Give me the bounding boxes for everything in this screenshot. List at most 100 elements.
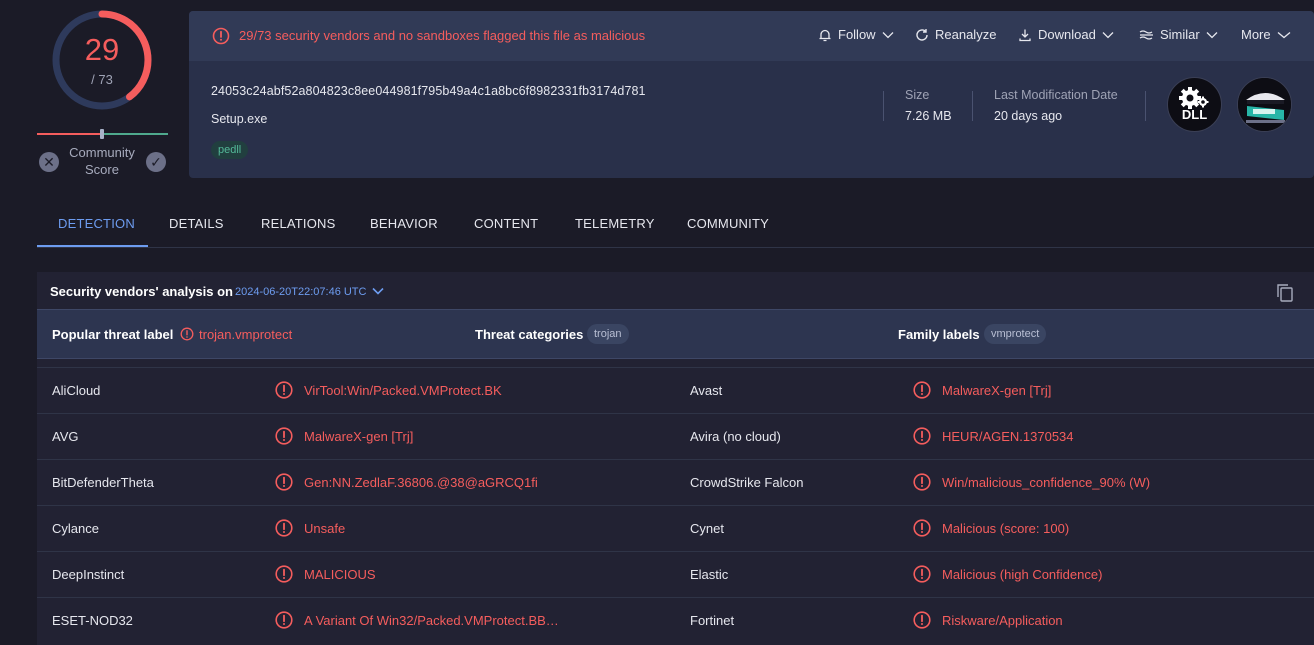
- table-row: Cylance Unsafe Cynet Malicious (score: 100): [37, 505, 1314, 551]
- vote-harmless-icon[interactable]: ✓: [146, 152, 166, 172]
- table-row: DeepInstinct MALICIOUS Elastic Malicious (h…: [37, 551, 1314, 597]
- similar-label: Similar: [1160, 27, 1200, 42]
- reanalyze-button[interactable]: Reanalyze: [915, 27, 996, 42]
- vendor-name: Fortinet: [690, 613, 735, 628]
- vendor-name: AliCloud: [52, 383, 101, 398]
- similar-icon: [1139, 29, 1153, 40]
- malicious-alert-icon: [913, 381, 931, 399]
- vendor-result[interactable]: Riskware/Application: [942, 613, 1063, 628]
- download-label: Download: [1038, 27, 1096, 42]
- malicious-alert-icon: [913, 519, 931, 537]
- vendor-name: DeepInstinct: [52, 567, 125, 582]
- vendor-name: ESET-NOD32: [52, 613, 133, 628]
- popular-threat-label-title: Popular threat label: [52, 327, 174, 342]
- malicious-alert-icon: [275, 611, 293, 629]
- tabs-divider: [37, 247, 1314, 248]
- divider: [972, 91, 973, 121]
- table-row: BitDefenderTheta Gen:NN.ZedlaF.36806.@38@…: [37, 459, 1314, 505]
- divider: [1145, 91, 1146, 121]
- table-row: ESET-NOD32 A Variant Of Win32/Packed.VMPr…: [37, 597, 1314, 643]
- vendor-result[interactable]: Win/malicious_confidence_90% (W): [942, 475, 1150, 490]
- application-icon: [1238, 78, 1291, 131]
- vote-malicious-icon[interactable]: ✕: [39, 152, 59, 172]
- community-score-marker: [100, 129, 104, 139]
- vendor-result[interactable]: A Variant Of Win32/Packed.VMProtect.BB…: [304, 613, 559, 628]
- more-label: More: [1241, 27, 1271, 42]
- vendor-name: Avira (no cloud): [690, 429, 781, 444]
- vendor-result[interactable]: MalwareX-gen [Trj]: [942, 383, 1051, 398]
- tab-relations[interactable]: RELATIONS: [261, 216, 336, 231]
- tab-detection[interactable]: DETECTION: [58, 216, 135, 231]
- malicious-alert-icon: [913, 565, 931, 583]
- chevron-down-icon: [1206, 31, 1218, 38]
- vendor-result[interactable]: Malicious (score: 100): [942, 521, 1069, 536]
- chevron-down-icon: [1277, 31, 1291, 38]
- last-modified-label: Last Modification Date: [994, 88, 1118, 102]
- vendor-name: BitDefenderTheta: [52, 475, 154, 490]
- table-row: AliCloud VirTool:Win/Packed.VMProtect.BK A…: [37, 367, 1314, 413]
- vendor-result[interactable]: MalwareX-gen [Trj]: [304, 429, 413, 444]
- similar-button[interactable]: Similar: [1139, 27, 1218, 42]
- chevron-down-icon[interactable]: [371, 286, 385, 296]
- threat-categories-title: Threat categories: [475, 327, 584, 342]
- vendor-result[interactable]: HEUR/AGEN.1370534: [942, 429, 1074, 444]
- popular-threat-label-value[interactable]: trojan.vmprotect: [199, 327, 292, 342]
- download-button[interactable]: Download: [1018, 27, 1114, 42]
- community-score-label: Community Score: [69, 145, 135, 177]
- tab-telemetry[interactable]: TELEMETRY: [575, 216, 655, 231]
- download-icon: [1019, 29, 1031, 41]
- malicious-alert-icon: [275, 565, 293, 583]
- detection-count: 29: [84, 32, 120, 67]
- file-type-badge: [1167, 77, 1222, 132]
- vendor-name: Elastic: [690, 567, 729, 582]
- community-score-bar: [37, 129, 168, 139]
- gear-icon: [1179, 87, 1209, 109]
- alert-circle-icon: [212, 27, 230, 45]
- vendor-name: Avast: [690, 383, 723, 398]
- vendor-name: Cylance: [52, 521, 99, 536]
- table-row: AVG MalwareX-gen [Trj] Avira (no cloud) HEU…: [37, 413, 1314, 459]
- chevron-down-icon: [1102, 31, 1114, 38]
- reanalyze-label: Reanalyze: [935, 27, 997, 42]
- malicious-alert-icon: [275, 381, 293, 399]
- more-button[interactable]: More: [1241, 27, 1291, 42]
- divider: [883, 91, 884, 121]
- file-tag[interactable]: pedll: [211, 141, 249, 159]
- refresh-icon: [916, 28, 928, 41]
- last-modified-value: 20 days ago: [994, 109, 1063, 123]
- family-labels-title: Family labels: [898, 327, 980, 342]
- family-label-chip[interactable]: vmprotect: [984, 324, 1047, 344]
- size-label: Size: [905, 88, 930, 102]
- file-icon-thumbnail: [1237, 77, 1292, 132]
- vendor-results-table: AliCloud VirTool:Win/Packed.VMProtect.BK A…: [37, 367, 1314, 643]
- malicious-alert-icon: [275, 519, 293, 537]
- tab-details[interactable]: DETAILS: [169, 216, 224, 231]
- follow-button[interactable]: Follow: [818, 27, 894, 42]
- vendor-result[interactable]: MALICIOUS: [304, 567, 376, 582]
- tab-community[interactable]: COMMUNITY: [687, 216, 769, 231]
- malicious-alert-icon: [275, 427, 293, 445]
- file-hash[interactable]: 24053c24abf52a804823c8ee044981f795b49a4c…: [211, 84, 646, 98]
- follow-label: Follow: [838, 27, 876, 42]
- tab-content[interactable]: CONTENT: [474, 216, 538, 231]
- vendor-name: CrowdStrike Falcon: [690, 475, 804, 490]
- file-type-label: DLL: [1181, 107, 1208, 122]
- copy-icon[interactable]: [1276, 283, 1294, 302]
- analysis-title: Security vendors' analysis on: [50, 284, 233, 299]
- size-value: 7.26 MB: [905, 109, 952, 123]
- vendor-result[interactable]: VirTool:Win/Packed.VMProtect.BK: [304, 383, 502, 398]
- chevron-down-icon: [882, 31, 894, 38]
- alert-text: 29/73 security vendors and no sandboxes …: [239, 28, 646, 43]
- vendor-result[interactable]: Unsafe: [304, 521, 345, 536]
- malicious-alert-icon: [913, 473, 931, 491]
- file-name: Setup.exe: [211, 112, 268, 126]
- malicious-alert-icon: [913, 611, 931, 629]
- vendor-result[interactable]: Gen:NN.ZedlaF.36806.@38@aGRCQ1fi: [304, 475, 538, 490]
- info-circle-icon: [180, 327, 194, 341]
- detection-total: / 73: [91, 72, 113, 87]
- threat-category-chip[interactable]: trojan: [587, 324, 629, 344]
- analysis-date[interactable]: 2024-06-20T22:07:46 UTC: [235, 286, 366, 298]
- malicious-alert-icon: [275, 473, 293, 491]
- tab-behavior[interactable]: BEHAVIOR: [370, 216, 438, 231]
- vendor-result[interactable]: Malicious (high Confidence): [942, 567, 1102, 582]
